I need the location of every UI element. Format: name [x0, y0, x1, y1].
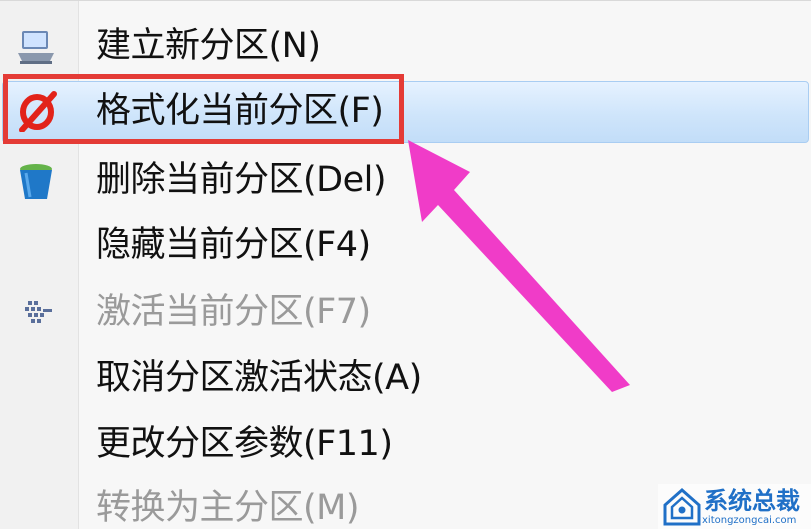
watermark: 系统总裁 xitongzongcai.com [658, 484, 811, 529]
watermark-subtitle: xitongzongcai.com [702, 515, 797, 526]
watermark-title: 系统总裁 [704, 487, 800, 515]
arrow-shape [408, 140, 630, 392]
annotation-arrow [408, 140, 630, 392]
house-logo-icon [663, 487, 701, 526]
